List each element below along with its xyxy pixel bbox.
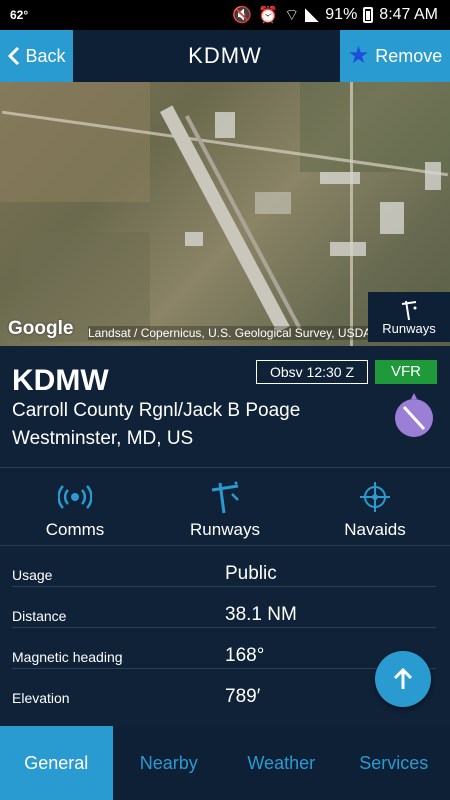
map-building [185,232,203,246]
clock: 8:47 AM [379,6,438,23]
map-road [350,82,353,346]
detail-value: Public [225,563,277,584]
battery-percent: 91% [325,6,358,23]
airport-code: KDMW [12,364,109,397]
runways-button[interactable]: Runways [150,468,300,545]
map-building [215,112,235,138]
detail-row-usage: Usage Public [12,547,436,587]
airport-info: KDMW Carroll County Rgnl/Jack B Poage We… [0,346,450,468]
detail-value: 789′ [225,686,261,707]
map-runway [160,105,290,333]
airport-name: Carroll County Rgnl/Jack B Poage [12,400,301,421]
remove-favorite-button[interactable]: ★ Remove [340,30,450,82]
navaids-label: Navaids [344,520,406,539]
battery-icon [363,7,374,23]
runway-icon [211,481,239,514]
detail-label: Elevation [12,690,70,706]
chevron-left-icon [8,46,20,66]
runway-diagram-icon[interactable] [391,393,437,439]
observation-time[interactable]: Obsv 12:30 Z [256,360,368,384]
bottom-tab-bar: General Nearby Weather Services [0,726,450,800]
scroll-to-top-button[interactable] [375,651,431,707]
map-building [380,202,404,234]
runways-label: Runways [190,520,260,539]
alarm-icon: ⏰ [258,7,279,24]
comms-button[interactable]: Comms [0,468,150,545]
tab-general[interactable]: General [0,726,113,800]
quick-actions: Comms Runways Navaids [0,468,450,546]
detail-label: Usage [12,567,53,583]
status-icons: 🔇 ⏰ ⌔ 91% 8:47 AM [232,5,438,25]
tab-services[interactable]: Services [338,726,450,800]
compass-rose-icon [360,482,390,512]
radio-waves-icon [58,485,92,509]
temperature-indicator: 62° [10,8,29,22]
detail-value: 38.1 NM [225,604,297,625]
tab-nearby[interactable]: Nearby [113,726,226,800]
map-building [425,162,441,190]
back-button[interactable]: Back [0,30,73,82]
navaids-button[interactable]: Navaids [300,468,450,545]
runway-icon [401,300,417,320]
detail-row-elevation: Elevation 789′ [12,670,436,710]
tab-weather[interactable]: Weather [225,726,338,800]
airport-location: Westminster, MD, US [12,428,194,449]
map-field [0,82,150,202]
detail-label: Distance [12,608,67,624]
satellite-map[interactable]: Landsat / Copernicus, U.S. Geological Su… [0,82,450,346]
map-building [330,242,366,256]
signal-icon [305,8,320,22]
wifi-icon: ⌔ [284,7,300,24]
detail-value: 168° [225,645,265,666]
mute-icon: 🔇 [232,7,253,24]
star-icon: ★ [347,42,370,69]
remove-button-label: Remove [375,45,443,66]
map-runways-label: Runways [382,320,436,336]
detail-row-distance: Distance 38.1 NM [12,588,436,628]
arrow-up-icon [393,667,413,689]
comms-label: Comms [45,520,105,539]
detail-row-magnetic-heading: Magnetic heading 168° [12,629,436,669]
app-header: Back KDMW ★ Remove [0,30,450,82]
status-bar: 62° 🔇 ⏰ ⌔ 91% 8:47 AM [0,0,450,30]
google-logo: Google [8,318,74,339]
flight-category-badge[interactable]: VFR [375,360,437,384]
back-button-label: Back [25,45,66,66]
map-building [255,192,291,214]
detail-label: Magnetic heading [12,649,123,665]
map-building [320,172,360,184]
map-runways-button[interactable]: Runways [368,292,450,342]
